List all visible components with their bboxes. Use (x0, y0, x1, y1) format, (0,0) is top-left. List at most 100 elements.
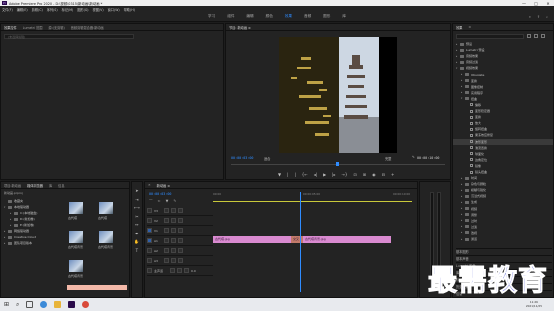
monitor-playhead[interactable] (336, 162, 339, 166)
mark-in-icon[interactable]: ▼ (278, 172, 281, 177)
tab-sequence[interactable]: 新动画 ≡ (157, 183, 170, 188)
tab-libraries[interactable]: 库 (49, 183, 52, 188)
search-icon[interactable]: ⌕ (546, 15, 548, 19)
toggle-output-icon[interactable] (171, 208, 176, 213)
export-frame-icon[interactable]: ◉ (372, 172, 376, 177)
edge-browser-icon[interactable] (40, 301, 48, 308)
media-thumbnail[interactable] (69, 260, 83, 272)
tab-program[interactable]: 节目: 新动画 ≡ (229, 25, 251, 30)
workspace-effects[interactable]: 效果 (285, 14, 292, 19)
sync-lock-icon[interactable] (164, 238, 169, 243)
chrome-taskbar-icon[interactable] (82, 301, 90, 308)
media-thumbnail[interactable] (69, 202, 83, 214)
mute-icon[interactable] (171, 258, 176, 263)
yuv-effects-icon[interactable] (541, 34, 545, 38)
workspace-learn[interactable]: 学习 (208, 14, 215, 19)
sync-lock-icon[interactable] (164, 218, 169, 223)
snap-icon[interactable]: ⌒ (149, 199, 153, 204)
mute-icon[interactable] (171, 238, 176, 243)
go-to-out-icon[interactable]: →} (342, 172, 348, 177)
work-area-bar[interactable] (213, 201, 412, 202)
tab-media-browser[interactable]: 媒体浏览器 (27, 183, 43, 188)
menu-view[interactable]: 视图(V) (93, 7, 104, 12)
timeline-playhead[interactable] (300, 192, 301, 292)
go-to-in-icon[interactable]: | (294, 172, 295, 177)
extract-icon[interactable]: ⊞ (363, 172, 366, 177)
toggle-output-icon[interactable] (171, 218, 176, 223)
menu-graphics[interactable]: 图形(G) (77, 7, 88, 12)
clip-pagoda[interactable]: 古代塔.jpg (213, 236, 291, 243)
menu-marker[interactable]: 标记(M) (62, 7, 74, 12)
razor-tool-icon[interactable]: ✂ (135, 214, 138, 219)
mark-out-icon[interactable]: | (287, 172, 288, 177)
taskbar-search-icon[interactable]: ⌕ (16, 301, 19, 309)
export-icon[interactable]: ⇪ (537, 15, 540, 19)
effects-menu-icon[interactable]: ≡ (468, 25, 471, 29)
eye-icon[interactable] (178, 228, 183, 233)
clip-pagoda-background[interactable]: 古代塔背景.jpg (303, 236, 391, 243)
linked-selection-icon[interactable]: ⊂ (158, 199, 161, 204)
media-thumbnail[interactable] (69, 231, 83, 243)
toggle-output-icon[interactable] (171, 228, 176, 233)
workspace-libraries[interactable]: 库 (342, 14, 346, 19)
solo-icon[interactable] (178, 258, 183, 263)
workspace-audio[interactable]: 音频 (304, 14, 311, 19)
mute-icon[interactable] (171, 248, 176, 253)
effects-section-header[interactable]: 基本图形 (456, 248, 552, 255)
timeline-settings-icon[interactable]: ✎ (173, 199, 176, 204)
menu-clip[interactable]: 剪辑(C) (32, 7, 43, 12)
sync-lock-icon[interactable] (164, 208, 169, 213)
media-thumbnail[interactable] (99, 202, 113, 214)
file-explorer-icon[interactable] (54, 301, 62, 308)
timeline-timecode[interactable]: 00:00:03:00 (149, 192, 171, 196)
step-forward-frame-icon[interactable]: |▸ (332, 172, 335, 177)
track-target-toggle[interactable] (147, 228, 152, 233)
mute-icon[interactable] (177, 268, 182, 273)
workspace-graphics[interactable]: 图形 (323, 14, 330, 19)
tab-project[interactable]: 项目:新动画 (4, 183, 21, 188)
workspace-color[interactable]: 颜色 (266, 14, 273, 19)
track-select-tool-icon[interactable]: ⇥ (135, 197, 138, 202)
media-tree-item[interactable]: ▸ 团队项目版本 (4, 240, 62, 246)
tab-info[interactable]: 信息 (58, 183, 64, 188)
comparison-icon[interactable]: ⊟ (382, 172, 385, 177)
add-button-icon[interactable]: + (391, 172, 394, 177)
pen-tool-icon[interactable]: ✒ (135, 231, 138, 236)
tab-audio-clip-mixer[interactable]: 音频剪辑混合器:新动画 (71, 25, 104, 30)
tab-effect-controls[interactable]: 效果控件 (4, 25, 17, 30)
menu-file[interactable]: 文件(F) (2, 7, 13, 12)
ripple-edit-tool-icon[interactable]: ⟷ (134, 206, 140, 210)
zoom-select[interactable]: 适合 (264, 156, 270, 161)
playhead-timecode[interactable]: 00:00:03:00 (231, 156, 253, 160)
effects-tree-item[interactable]: ▸ 通道 (453, 236, 553, 242)
step-back-frame-icon[interactable]: ◂| (314, 172, 317, 177)
lift-icon[interactable]: ⊡ (353, 172, 356, 177)
solo-icon[interactable] (178, 248, 183, 253)
task-view-icon[interactable] (26, 301, 34, 308)
step-back-icon[interactable]: {← (302, 172, 308, 177)
menu-window[interactable]: 窗口(W) (108, 7, 120, 12)
accelerated-effects-icon[interactable] (527, 34, 531, 38)
media-path[interactable]: 新动画.prproj (4, 191, 23, 195)
solo-icon[interactable] (178, 238, 183, 243)
windows-start-icon[interactable]: ⊞ (4, 301, 9, 308)
track-target-toggle[interactable] (147, 238, 152, 243)
timeline-ruler[interactable]: 00:00 00:00:05:00 00:00:10:00 (213, 192, 413, 200)
type-tool-icon[interactable]: T (136, 248, 138, 253)
track-target-toggle[interactable] (147, 248, 152, 253)
media-thumbnail[interactable] (99, 231, 113, 243)
hand-tool-icon[interactable]: ✋ (134, 240, 139, 244)
eye-icon[interactable] (178, 208, 183, 213)
resolution-select[interactable]: 完整 (385, 156, 391, 161)
sync-lock-icon[interactable] (164, 228, 169, 233)
menu-sequence[interactable]: 序列(S) (47, 7, 58, 12)
sync-lock-icon[interactable] (164, 258, 169, 263)
menu-help[interactable]: 帮助(H) (124, 7, 135, 12)
sync-lock-icon[interactable] (164, 248, 169, 253)
track-target-toggle[interactable] (147, 258, 152, 263)
effects-search-input[interactable] (456, 34, 524, 39)
add-marker-icon[interactable]: ▼ (166, 199, 169, 204)
selection-tool-icon[interactable]: ➤ (135, 189, 138, 193)
track-target-toggle[interactable] (147, 218, 152, 223)
master-volume-value[interactable]: 0.0 (191, 269, 196, 273)
